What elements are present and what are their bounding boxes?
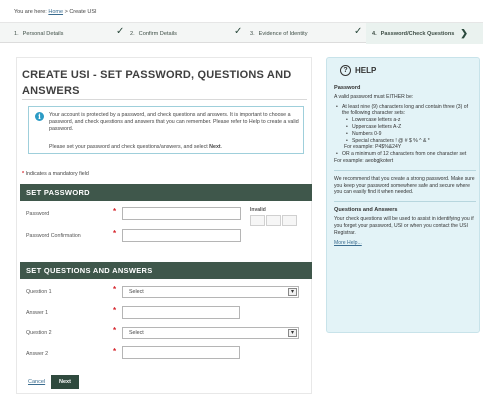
help-qa-text: Your check questions will be used to ass… <box>334 215 474 236</box>
title-divider <box>22 99 307 100</box>
answer-2-input[interactable] <box>122 346 240 359</box>
info-icon: i <box>35 112 44 121</box>
help-divider <box>334 201 476 203</box>
password-confirmation-label: Password Confirmation <box>26 233 81 239</box>
help-password-rules-alt: OR a minimum of 12 characters from one c… <box>334 151 476 158</box>
password-input[interactable] <box>122 207 241 220</box>
help-example: For example: aeobgjkotert <box>334 157 394 164</box>
help-password-rule: At least nine (9) characters long and co… <box>334 104 476 118</box>
question-2-value: Select <box>129 330 144 336</box>
help-password-rule: OR a minimum of 12 characters from one c… <box>334 151 476 158</box>
help-character-set: Lowercase letters a-z <box>334 117 476 124</box>
progress-steps: 1. Personal Details ✓ 2. Confirm Details… <box>0 22 483 44</box>
password-confirmation-input[interactable] <box>122 229 241 242</box>
required-star: * <box>22 171 25 177</box>
step-number: 1. <box>14 30 19 37</box>
strength-meter-segment <box>266 215 281 226</box>
help-password-intro: A valid password must EITHER be: <box>334 93 414 100</box>
set-questions-heading: SET QUESTIONS AND ANSWERS <box>20 262 312 279</box>
checkmark-icon: ✓ <box>234 26 243 37</box>
question-1-select[interactable]: Select ▾ <box>122 286 299 298</box>
step-confirm-details: 2. Confirm Details ✓ <box>130 23 245 44</box>
help-character-set: Special characters ! @ # $ % ^ & * <box>334 138 476 145</box>
question-2-label: Question 2 <box>26 330 52 336</box>
required-star: * <box>113 306 117 315</box>
mandatory-note: * Indicates a mandatory field <box>22 171 89 177</box>
help-character-sets: Lowercase letters a-z Uppercase letters … <box>334 117 476 144</box>
help-title: ? HELP <box>340 65 376 76</box>
chevron-down-icon[interactable]: ▾ <box>288 329 297 337</box>
help-character-set: Uppercase letters A-Z <box>334 124 476 131</box>
question-2-select[interactable]: Select ▾ <box>122 327 299 339</box>
step-label: Password/Check Questions <box>380 30 455 37</box>
info-instruction-next: Next <box>209 144 221 150</box>
info-box: i Your account is protected by a passwor… <box>28 106 304 154</box>
password-label: Password <box>26 211 50 217</box>
help-password-rules: At least nine (9) characters long and co… <box>334 104 476 118</box>
question-1-label: Question 1 <box>26 289 52 295</box>
step-personal-details: 1. Personal Details ✓ <box>14 23 124 44</box>
checkmark-icon: ✓ <box>354 26 363 37</box>
breadcrumb-prefix: You are here: <box>14 9 47 15</box>
help-icon: ? <box>340 65 351 76</box>
info-text: Your account is protected by a password,… <box>49 112 299 132</box>
step-password-check-questions: 4. Password/Check Questions ❯ <box>366 23 483 44</box>
page-title: CREATE USI - SET PASSWORD, QUESTIONS AND… <box>22 69 292 97</box>
cancel-link[interactable]: Cancel <box>28 379 45 385</box>
more-help-link[interactable]: More Help... <box>334 240 476 247</box>
required-star: * <box>113 285 117 294</box>
help-qa-heading: Questions and Answers <box>334 207 398 214</box>
step-number: 3. <box>250 30 255 37</box>
set-password-heading: SET PASSWORD <box>20 184 312 201</box>
help-divider <box>334 169 476 171</box>
help-password-heading: Password <box>334 85 361 91</box>
help-recommendation: We recommend that you create a strong pa… <box>334 175 475 196</box>
mandatory-text: Indicates a mandatory field <box>25 171 89 177</box>
breadcrumb-current: Create USI <box>69 9 97 15</box>
info-instruction-text: Please set your password and check quest… <box>49 144 210 150</box>
answer-1-label: Answer 1 <box>26 310 49 316</box>
step-number: 2. <box>130 30 135 37</box>
breadcrumb-home-link[interactable]: Home <box>48 9 63 15</box>
strength-meter-segment <box>250 215 265 226</box>
next-button[interactable]: Next <box>51 375 79 389</box>
step-label: Confirm Details <box>138 30 177 37</box>
required-star: * <box>113 326 117 335</box>
chevron-down-icon[interactable]: ▾ <box>288 288 297 296</box>
info-instruction: Please set your password and check quest… <box>49 144 222 150</box>
help-body: Password A valid password must EITHER be… <box>334 85 476 247</box>
strength-meter-segment <box>282 215 297 226</box>
breadcrumb-separator: > <box>64 9 68 15</box>
answer-1-input[interactable] <box>122 306 240 319</box>
checkmark-icon: ✓ <box>116 26 125 37</box>
question-1-value: Select <box>129 289 144 295</box>
help-example: For example: P4$%&24Y <box>344 144 402 151</box>
step-evidence-of-identity: 3. Evidence of Identity ✓ <box>250 23 365 44</box>
help-title-text: HELP <box>355 66 377 75</box>
help-character-set: Numbers 0-9 <box>334 131 476 138</box>
required-star: * <box>113 347 117 356</box>
chevron-down-icon: ❯ <box>460 28 468 38</box>
step-label: Personal Details <box>22 30 64 37</box>
step-label: Evidence of Identity <box>258 30 308 37</box>
required-star: * <box>113 207 117 216</box>
password-strength-label: Invalid <box>250 207 266 213</box>
breadcrumb: You are here: Home > Create USI <box>14 9 97 15</box>
step-number: 4. <box>372 30 377 37</box>
info-instruction-end: . <box>220 144 223 150</box>
required-star: * <box>113 229 117 238</box>
answer-2-label: Answer 2 <box>26 351 49 357</box>
